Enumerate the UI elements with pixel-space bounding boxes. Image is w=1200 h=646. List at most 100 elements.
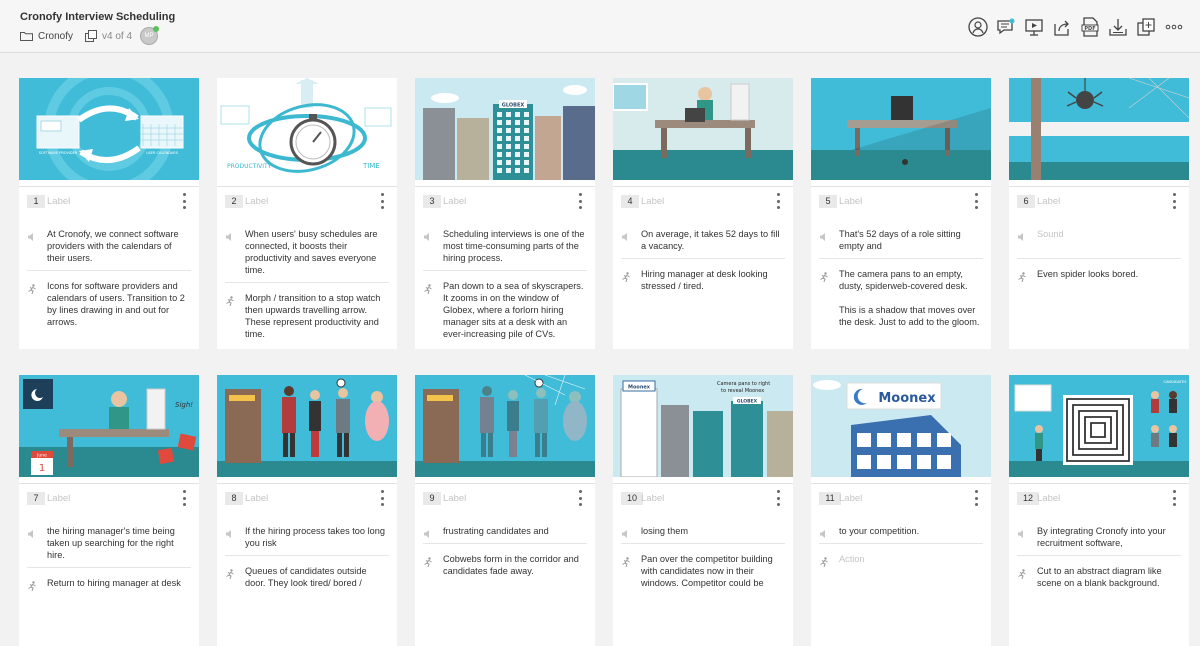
frame-more-button[interactable] bbox=[773, 490, 783, 506]
present-button[interactable] bbox=[1020, 14, 1048, 40]
sound-text[interactable]: At Cronofy, we connect software provider… bbox=[47, 228, 191, 264]
duplicate-button[interactable] bbox=[1132, 14, 1160, 40]
frame-more-button[interactable] bbox=[575, 490, 585, 506]
frame-label[interactable]: Label bbox=[839, 196, 862, 207]
frame-label[interactable]: Label bbox=[641, 196, 664, 207]
sound-icon bbox=[225, 526, 235, 538]
frame-more-button[interactable] bbox=[575, 193, 585, 209]
version-label[interactable]: v4 of 4 bbox=[102, 31, 132, 42]
frame-header: 7 Label bbox=[19, 483, 199, 512]
action-text[interactable]: Cut to an abstract diagram like scene on… bbox=[1037, 565, 1181, 589]
frame-more-button[interactable] bbox=[1169, 490, 1179, 506]
sound-text[interactable]: When users' busy schedules are connected… bbox=[245, 228, 389, 276]
frame-card[interactable]: 8 Label If the hiring process takes too … bbox=[217, 375, 397, 646]
pdf-button[interactable]: PDF bbox=[1076, 14, 1104, 40]
sound-text[interactable]: By integrating Cronofy into your recruit… bbox=[1037, 525, 1181, 549]
sound-text[interactable]: If the hiring process takes too long you… bbox=[245, 525, 389, 549]
frame-more-button[interactable] bbox=[377, 490, 387, 506]
download-button[interactable] bbox=[1104, 14, 1132, 40]
frame-label[interactable]: Label bbox=[245, 493, 268, 504]
frame-card[interactable]: SOFTWARE PROVIDER USER CALENDARS 1 Label… bbox=[19, 78, 199, 349]
frame-card[interactable]: PRODUCTIVITY TIME 2 Label When users' bu… bbox=[217, 78, 397, 349]
dot-icon bbox=[1172, 496, 1176, 500]
sound-text[interactable]: to your competition. bbox=[839, 525, 983, 537]
divider bbox=[27, 270, 191, 271]
sound-text[interactable]: Sound bbox=[1037, 228, 1181, 240]
frame-more-button[interactable] bbox=[971, 193, 981, 209]
action-text[interactable]: Queues of candidates outside door. They … bbox=[245, 565, 389, 589]
frame-card[interactable]: GLOBEX 3 Label Scheduling interviews is … bbox=[415, 78, 595, 349]
folder-link[interactable]: Cronofy bbox=[38, 31, 73, 42]
frame-card[interactable]: 9 Label frustrating candidates and Cobwe… bbox=[415, 375, 595, 646]
sound-text[interactable]: the hiring manager's time being taken up… bbox=[47, 525, 191, 561]
sound-text[interactable]: losing them bbox=[641, 525, 785, 537]
frame-thumbnail[interactable] bbox=[217, 375, 397, 477]
frame-thumbnail[interactable]: Moonex GLOBEX Camera pans to right to rev… bbox=[613, 375, 793, 477]
frame-thumbnail[interactable]: PRODUCTIVITY TIME bbox=[217, 78, 397, 180]
frame-thumbnail[interactable]: CANDIDATES bbox=[1009, 375, 1189, 477]
frame-header: 10 Label bbox=[613, 483, 793, 512]
frame-label[interactable]: Label bbox=[641, 493, 664, 504]
frame-label[interactable]: Label bbox=[443, 493, 466, 504]
sound-text[interactable]: On average, it takes 52 days to fill a v… bbox=[641, 228, 785, 252]
frame-thumbnail[interactable]: SOFTWARE PROVIDER USER CALENDARS bbox=[19, 78, 199, 180]
sound-text[interactable]: That's 52 days of a role sitting empty a… bbox=[839, 228, 983, 252]
action-text[interactable]: The camera pans to an empty, dusty, spid… bbox=[839, 268, 983, 328]
dot-icon bbox=[776, 496, 780, 500]
dot-icon bbox=[578, 193, 582, 196]
frame-label[interactable]: Label bbox=[47, 493, 70, 504]
more-menu-button[interactable] bbox=[1160, 14, 1188, 40]
action-text[interactable]: Even spider looks bored. bbox=[1037, 268, 1181, 280]
frame-number: 3 bbox=[423, 195, 441, 208]
frame-thumbnail[interactable] bbox=[415, 375, 595, 477]
frame-card[interactable]: Moonex 11 Label to your competition. Act… bbox=[811, 375, 991, 646]
frame-more-button[interactable] bbox=[971, 490, 981, 506]
action-text[interactable]: Return to hiring manager at desk bbox=[47, 577, 191, 589]
frame-card[interactable]: CANDIDATES 12 Label By integrating Crono… bbox=[1009, 375, 1189, 646]
frame-thumbnail[interactable]: Moonex bbox=[811, 375, 991, 477]
action-text[interactable]: Icons for software providers and calenda… bbox=[47, 280, 191, 328]
svg-text:PRODUCTIVITY: PRODUCTIVITY bbox=[227, 163, 272, 170]
sound-text[interactable]: frustrating candidates and bbox=[443, 525, 587, 537]
frame-thumbnail[interactable] bbox=[613, 78, 793, 180]
frame-label[interactable]: Label bbox=[443, 196, 466, 207]
avatar[interactable]: MP bbox=[140, 26, 160, 45]
frame-more-button[interactable] bbox=[179, 193, 189, 209]
action-text[interactable]: Hiring manager at desk looking stressed … bbox=[641, 268, 785, 292]
frame-label[interactable]: Label bbox=[1037, 196, 1060, 207]
frame-card[interactable]: 6 Label Sound Even spider looks bored. bbox=[1009, 78, 1189, 349]
share-button[interactable] bbox=[1048, 14, 1076, 40]
action-text[interactable]: Action bbox=[839, 553, 983, 565]
action-text[interactable]: Morph / transition to a stop watch then … bbox=[245, 292, 389, 340]
action-text[interactable]: Pan down to a sea of skyscrapers. It zoo… bbox=[443, 280, 587, 340]
frame-more-button[interactable] bbox=[179, 490, 189, 506]
frame-label[interactable]: Label bbox=[1037, 493, 1060, 504]
frame-thumbnail[interactable]: GLOBEX bbox=[415, 78, 595, 180]
sound-icon bbox=[1017, 229, 1027, 241]
dot-icon bbox=[1172, 503, 1176, 506]
frame-thumbnail[interactable] bbox=[811, 78, 991, 180]
frame-more-button[interactable] bbox=[773, 193, 783, 209]
folder-icon bbox=[20, 32, 33, 41]
action-text[interactable]: Cobwebs form in the corridor and candida… bbox=[443, 553, 587, 577]
frame-label[interactable]: Label bbox=[839, 493, 862, 504]
versions-icon[interactable] bbox=[85, 30, 98, 42]
action-text[interactable]: Pan over the competitor building with ca… bbox=[641, 553, 785, 589]
comments-button[interactable] bbox=[992, 14, 1020, 40]
user-button[interactable] bbox=[964, 14, 992, 40]
frame-card[interactable]: 5 Label That's 52 days of a role sitting… bbox=[811, 78, 991, 349]
frame-more-button[interactable] bbox=[1169, 193, 1179, 209]
frame-label[interactable]: Label bbox=[245, 196, 268, 207]
sound-text[interactable]: Scheduling interviews is one of the most… bbox=[443, 228, 587, 264]
frame-thumbnail[interactable]: Sigh! June 1 bbox=[19, 375, 199, 477]
frame-more-button[interactable] bbox=[377, 193, 387, 209]
dot-icon bbox=[182, 206, 186, 209]
frame-card[interactable]: Moonex GLOBEX Camera pans to right to rev… bbox=[613, 375, 793, 646]
frame-card[interactable]: 4 Label On average, it takes 52 days to … bbox=[613, 78, 793, 349]
action-icon bbox=[621, 554, 631, 568]
frame-card[interactable]: Sigh! June 1 7 Label the hiring manager'… bbox=[19, 375, 199, 646]
frame-label[interactable]: Label bbox=[47, 196, 70, 207]
frame-thumbnail[interactable] bbox=[1009, 78, 1189, 180]
action-icon bbox=[225, 293, 235, 307]
duplicate-icon bbox=[1137, 18, 1155, 36]
